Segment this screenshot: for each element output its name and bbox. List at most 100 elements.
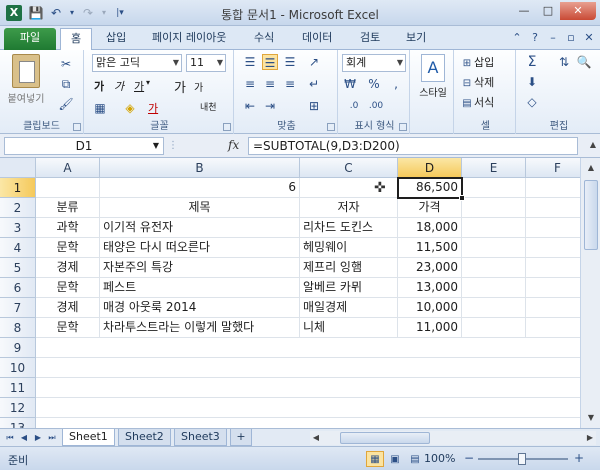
font-launcher-icon[interactable]: [223, 123, 231, 131]
normal-view-icon[interactable]: ▦: [366, 451, 384, 467]
row-header-7[interactable]: 7: [0, 298, 36, 318]
cell-b1[interactable]: 6: [100, 178, 300, 198]
row-header-2[interactable]: 2: [0, 198, 36, 218]
underline-dropdown-icon[interactable]: ▾: [146, 78, 150, 87]
cell-a5[interactable]: 경제: [36, 258, 100, 278]
tab-home[interactable]: 홈: [60, 28, 93, 50]
wrap-text-icon[interactable]: ↵: [306, 76, 322, 92]
empty-row-9[interactable]: [36, 338, 580, 358]
increase-decimal-icon[interactable]: .0: [346, 98, 362, 114]
font-color-button[interactable]: 가: [148, 100, 158, 116]
cell-f3[interactable]: [526, 218, 580, 238]
cell-e2[interactable]: [462, 198, 526, 218]
align-top-icon[interactable]: ☰: [242, 54, 258, 70]
cell-c8[interactable]: 니체: [300, 318, 398, 338]
row-header-13[interactable]: 13: [0, 418, 36, 428]
cell-b5[interactable]: 자본주의 특강: [100, 258, 300, 278]
cell-f1[interactable]: [526, 178, 580, 198]
cell-f5[interactable]: [526, 258, 580, 278]
cell-a3[interactable]: 과학: [36, 218, 100, 238]
sheet-tab-sheet3[interactable]: Sheet3: [174, 429, 227, 446]
cell-a6[interactable]: 문학: [36, 278, 100, 298]
styles-button[interactable]: A 스타일: [414, 54, 452, 99]
doc-close-icon[interactable]: ✕: [582, 31, 596, 45]
help-icon[interactable]: ?: [528, 31, 542, 45]
empty-row-11[interactable]: [36, 378, 580, 398]
number-launcher-icon[interactable]: [399, 123, 407, 131]
comma-style-icon[interactable]: ,: [388, 76, 404, 92]
zoom-out-icon[interactable]: −: [462, 451, 476, 465]
cell-e3[interactable]: [462, 218, 526, 238]
cell-d6[interactable]: 13,000: [398, 278, 462, 298]
first-sheet-icon[interactable]: ⏮: [4, 431, 16, 445]
autosum-icon[interactable]: Σ: [524, 54, 540, 70]
row-header-12[interactable]: 12: [0, 398, 36, 418]
cell-d4[interactable]: 11,500: [398, 238, 462, 258]
page-layout-view-icon[interactable]: ▣: [386, 451, 404, 467]
horizontal-scrollbar[interactable]: ◀ ▶: [310, 431, 596, 445]
font-name-combo[interactable]: 맑은 고딕 ▼: [92, 54, 182, 72]
tab-file[interactable]: 파일: [4, 28, 56, 50]
cell-d3[interactable]: 18,000: [398, 218, 462, 238]
format-cells-button[interactable]: ▤ 서식: [460, 94, 494, 112]
align-center-icon[interactable]: ≡: [262, 76, 278, 92]
cell-c3[interactable]: 리차드 도킨스: [300, 218, 398, 238]
row-header-11[interactable]: 11: [0, 378, 36, 398]
formula-bar-splitter[interactable]: ⋮: [168, 140, 178, 152]
tab-insert[interactable]: 삽입: [96, 28, 136, 50]
zoom-slider-thumb[interactable]: [518, 453, 526, 465]
sheet-tab-sheet1[interactable]: Sheet1: [62, 429, 115, 446]
minimize-ribbon-icon[interactable]: ⌃: [510, 31, 524, 45]
copy-icon[interactable]: ⧉: [58, 76, 74, 92]
decrease-decimal-icon[interactable]: .00: [368, 98, 384, 114]
doc-minimize-icon[interactable]: –: [546, 31, 560, 45]
tab-data[interactable]: 데이터: [292, 28, 342, 50]
scroll-down-icon[interactable]: ▼: [583, 410, 599, 426]
empty-row-13[interactable]: [36, 418, 580, 428]
cell-a4[interactable]: 문학: [36, 238, 100, 258]
worksheet-grid[interactable]: A B C D E F 1 2 3 4 5 6 7 8 9 10 11 12 1…: [0, 158, 580, 428]
cell-e7[interactable]: [462, 298, 526, 318]
border-icon[interactable]: ▦: [92, 100, 108, 116]
cell-c2[interactable]: 저자: [300, 198, 398, 218]
cell-b6[interactable]: 페스트: [100, 278, 300, 298]
row-header-3[interactable]: 3: [0, 218, 36, 238]
cell-a2[interactable]: 분류: [36, 198, 100, 218]
paste-button[interactable]: 붙여넣기: [6, 54, 46, 105]
expand-formula-bar-icon[interactable]: ▲: [590, 140, 596, 149]
cell-e5[interactable]: [462, 258, 526, 278]
increase-indent-icon[interactable]: ⇥: [262, 98, 278, 114]
cell-b4[interactable]: 태양은 다시 떠오른다: [100, 238, 300, 258]
font-size-combo[interactable]: 11 ▼: [186, 54, 226, 72]
cell-e1[interactable]: [462, 178, 526, 198]
cell-c7[interactable]: 매일경제: [300, 298, 398, 318]
row-header-1[interactable]: 1: [0, 178, 36, 198]
align-middle-icon[interactable]: ☰: [262, 54, 278, 70]
vertical-scrollbar[interactable]: ▲ ▼: [580, 158, 600, 428]
shrink-font-button[interactable]: 가: [194, 79, 203, 94]
zoom-in-icon[interactable]: +: [572, 451, 586, 465]
page-break-preview-icon[interactable]: ▤: [406, 451, 424, 467]
cell-f7[interactable]: [526, 298, 580, 318]
sort-filter-icon[interactable]: ⇅: [556, 54, 572, 70]
number-format-combo[interactable]: 회계 ▼: [342, 54, 406, 72]
column-header-b[interactable]: B: [100, 158, 300, 178]
percent-style-icon[interactable]: %: [366, 76, 382, 92]
accounting-format-icon[interactable]: ₩: [342, 76, 358, 92]
cell-e6[interactable]: [462, 278, 526, 298]
align-bottom-icon[interactable]: ☰: [282, 54, 298, 70]
delete-cells-button[interactable]: ⊟ 삭제: [460, 74, 494, 92]
tab-view[interactable]: 보기: [396, 28, 436, 50]
cell-f4[interactable]: [526, 238, 580, 258]
italic-button[interactable]: 가: [114, 78, 124, 94]
insert-cells-button[interactable]: ⊞ 삽입: [460, 54, 494, 72]
tab-page-layout[interactable]: 페이지 레이아웃: [142, 28, 236, 50]
orientation-icon[interactable]: ↗: [306, 54, 322, 70]
cell-e4[interactable]: [462, 238, 526, 258]
cell-b7[interactable]: 매경 아웃룩 2014: [100, 298, 300, 318]
tab-review[interactable]: 검토: [350, 28, 390, 50]
fill-icon[interactable]: ⬇: [524, 74, 540, 90]
insert-sheet-icon[interactable]: +: [230, 429, 252, 446]
row-header-9[interactable]: 9: [0, 338, 36, 358]
row-header-4[interactable]: 4: [0, 238, 36, 258]
